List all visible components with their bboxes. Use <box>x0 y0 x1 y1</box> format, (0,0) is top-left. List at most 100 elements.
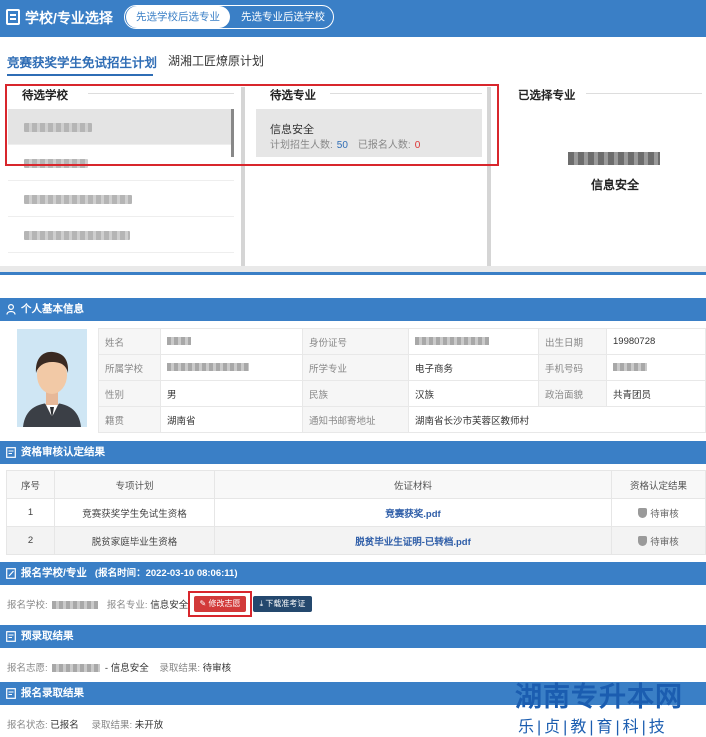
blurred-school <box>167 363 249 372</box>
download-admission-ticket-button[interactable]: ⤓ 下载准考证 <box>253 596 312 612</box>
field-label: 民族 <box>302 380 409 407</box>
avatar <box>17 329 87 427</box>
status-label: 报名状态: <box>7 720 48 731</box>
page-title: 学校/专业选择 <box>25 10 113 26</box>
row-index: 1 <box>6 498 55 527</box>
field-label: 所属学校 <box>98 354 161 381</box>
field-value <box>160 354 303 381</box>
active-tab-underline <box>7 74 153 76</box>
qualification-header: 资格审核认定结果 <box>0 441 706 464</box>
field-value: 19980728 <box>606 328 706 355</box>
blurred-name <box>167 337 191 346</box>
personal-info-table: 姓名 身份证号 出生日期 19980728 所属学校 所学专业 电子商务 手机号… <box>98 328 706 433</box>
divider <box>0 272 706 275</box>
column-header: 专项计划 <box>54 470 215 499</box>
field-value <box>408 328 539 355</box>
field-label: 政治面貌 <box>538 380 607 407</box>
shield-icon <box>638 535 648 546</box>
table-header-row: 序号 专项计划 佐证材料 资格认定结果 <box>6 470 706 499</box>
review-status: 待审核 <box>611 498 706 527</box>
field-value: 电子商务 <box>408 354 539 381</box>
tab-craftsman-plan[interactable]: 湖湘工匠燎原计划 <box>168 52 264 69</box>
personal-info-header: 个人基本信息 <box>0 298 706 321</box>
user-icon <box>6 304 16 315</box>
blurred-chosen-school <box>568 152 660 165</box>
selection-mode-toggle[interactable]: 先选学校后选专业 先选专业后选学校 <box>124 5 334 29</box>
plan-name: 脱贫家庭毕业生资格 <box>54 526 215 555</box>
field-label: 身份证号 <box>302 328 409 355</box>
checklist-icon <box>6 631 16 642</box>
field-value <box>606 354 706 381</box>
row-index: 2 <box>6 526 55 555</box>
result-label: 录取结果: <box>91 720 133 731</box>
checklist-icon <box>6 447 16 458</box>
field-value <box>160 328 303 355</box>
column-header: 佐证材料 <box>214 470 612 499</box>
status-text: 待审核 <box>650 536 679 548</box>
shield-icon <box>638 507 648 518</box>
button-label: 下载准考证 <box>265 599 306 608</box>
section-title: 资格审核认定结果 <box>21 446 105 458</box>
blurred-school <box>52 664 101 673</box>
field-label: 所学专业 <box>302 354 409 381</box>
table-row: 籍贯 湖南省 通知书邮寄地址 湖南省长沙市芙蓉区教师村 <box>98 406 706 433</box>
status-value: 已报名 <box>50 720 79 731</box>
person-icon <box>17 329 87 427</box>
registration-info: 报名学校: 报名专业: 信息安全 <box>7 597 188 611</box>
tab-label: 竞赛获奖学生免试招生计划 <box>7 56 158 70</box>
section-title: 个人基本信息 <box>21 303 84 315</box>
major-value: 信息安全 <box>150 600 189 611</box>
qualification-table: 序号 专项计划 佐证材料 资格认定结果 1 竞赛获奖学生免试生资格 竞赛获奖.p… <box>6 470 706 555</box>
field-label: 出生日期 <box>538 328 607 355</box>
field-value: 男 <box>160 380 303 407</box>
toggle-school-first[interactable]: 先选学校后选专业 <box>126 6 230 28</box>
plan-name: 竞赛获奖学生免试生资格 <box>54 498 215 527</box>
section-title: 预录取结果 <box>21 630 74 642</box>
school-item[interactable] <box>8 217 234 253</box>
blurred-phone <box>613 363 647 372</box>
section-title: 报名学校/专业 <box>21 567 87 579</box>
watermark-subtitle: 乐|贞|教|育|科|技 <box>518 719 668 736</box>
blurred-id-number <box>415 337 489 346</box>
pre-admission-info: 报名志愿: - 信息安全 录取结果: 待审核 <box>7 660 231 674</box>
column-header: 序号 <box>6 470 55 499</box>
evidence-file-link[interactable]: 竞赛获奖.pdf <box>214 498 612 527</box>
table-row: 2 脱贫家庭毕业生资格 脱贫毕业生证明-已转档.pdf 待审核 <box>6 526 706 555</box>
field-label: 性别 <box>98 380 161 407</box>
document-icon <box>6 9 20 25</box>
tab-competition-plan[interactable]: 竞赛获奖学生免试招生计划 <box>7 52 158 76</box>
highlight-box <box>188 591 252 617</box>
table-row: 性别 男 民族 汉族 政治面貌 共青团员 <box>98 380 706 407</box>
final-admission-info: 报名状态: 已报名 录取结果: 未开放 <box>7 717 163 731</box>
registration-time: (报名时间：2022-03-10 08:06:11) <box>94 568 238 579</box>
status-text: 待审核 <box>650 508 679 520</box>
field-value: 湖南省长沙市芙蓉区教师村 <box>408 406 706 433</box>
registration-header: 报名学校/专业 (报名时间：2022-03-10 08:06:11) <box>0 562 706 585</box>
table-row: 1 竞赛获奖学生免试生资格 竞赛获奖.pdf 待审核 <box>6 498 706 527</box>
watermark-title: 湖南专升本网 <box>515 682 683 712</box>
field-value: 共青团员 <box>606 380 706 407</box>
chosen-major: 信息安全 <box>591 178 640 192</box>
evidence-file-link[interactable]: 脱贫毕业生证明-已转档.pdf <box>214 526 612 555</box>
plan-tabs: 竞赛获奖学生免试招生计划 湖湘工匠燎原计划 <box>0 37 706 79</box>
table-row: 姓名 身份证号 出生日期 19980728 <box>98 328 706 355</box>
result-label: 录取结果: <box>159 663 201 674</box>
pre-admission-header: 预录取结果 <box>0 625 706 648</box>
top-bar: 学校/专业选择 先选学校后选专业 先选专业后选学校 <box>0 0 706 37</box>
toggle-major-first[interactable]: 先选专业后选学校 <box>233 6 333 28</box>
school-item[interactable] <box>8 181 234 217</box>
field-value: 汉族 <box>408 380 539 407</box>
field-label: 籍贯 <box>98 406 161 433</box>
blurred-school-name <box>24 195 132 204</box>
wish-label: 报名志愿: <box>7 663 48 674</box>
school-label: 报名学校: <box>7 600 48 611</box>
field-value: 湖南省 <box>160 406 303 433</box>
table-row: 所属学校 所学专业 电子商务 手机号码 <box>98 354 706 381</box>
divider <box>586 93 702 94</box>
review-status: 待审核 <box>611 526 706 555</box>
result-value: 待审核 <box>202 663 232 674</box>
edit-icon <box>6 568 16 579</box>
wish-value: - 信息安全 <box>104 663 149 674</box>
blurred-school <box>52 601 99 610</box>
result-value: 未开放 <box>134 720 164 731</box>
